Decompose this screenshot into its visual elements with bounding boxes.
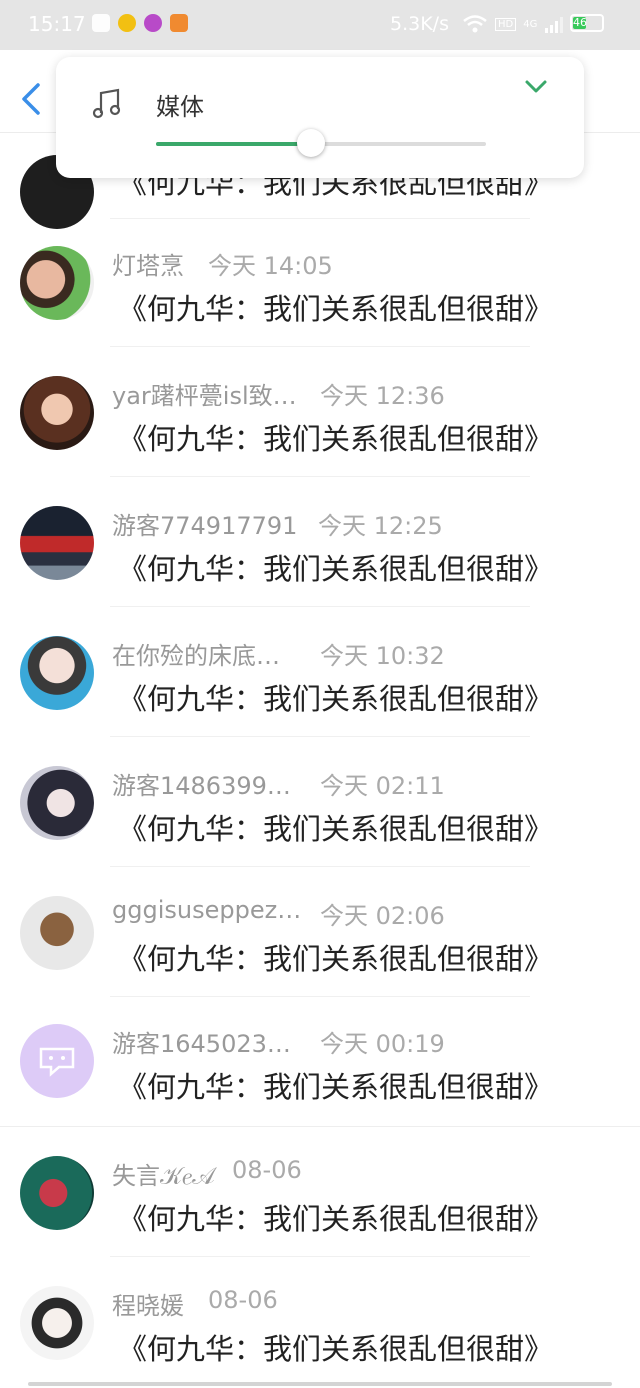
status-time: 15:17 bbox=[28, 12, 86, 36]
list-item[interactable]: 游客1645023… 今天 00:19 《何九华：我们关系很乱但很甜》 bbox=[0, 996, 640, 1127]
expand-button[interactable] bbox=[524, 79, 548, 99]
list-item[interactable]: 在你殓的床底… 今天 10:32 《何九华：我们关系很乱但很甜》 bbox=[0, 608, 640, 738]
music-app-icon bbox=[144, 14, 162, 32]
media-volume-popup: 媒体 bbox=[56, 57, 584, 178]
user-name[interactable]: 灯塔烹 bbox=[112, 246, 184, 281]
timestamp: 08-06 bbox=[208, 1286, 278, 1314]
scroll-indicator bbox=[28, 1382, 612, 1386]
avatar[interactable] bbox=[20, 1156, 94, 1230]
network-speed: 5.3K/s bbox=[390, 13, 449, 35]
hd-icon: HD bbox=[495, 17, 517, 31]
notification-icons bbox=[92, 14, 188, 32]
list-item[interactable]: 游客774917791 今天 12:25 《何九华：我们关系很乱但很甜》 bbox=[0, 478, 640, 608]
wifi-icon bbox=[463, 15, 487, 33]
chevron-down-icon[interactable] bbox=[524, 79, 548, 95]
timestamp: 今天 10:32 bbox=[320, 642, 445, 670]
list-item[interactable]: 游客1486399… 今天 02:11 《何九华：我们关系很乱但很甜》 bbox=[0, 738, 640, 868]
item-content: 《何九华：我们关系很乱但很甜》 bbox=[118, 1332, 554, 1366]
item-content: 《何九华：我们关系很乱但很甜》 bbox=[118, 422, 554, 456]
status-right-icons: HD 4G bbox=[462, 14, 566, 34]
list-item[interactable]: gggisuseppez… 今天 02:06 《何九华：我们关系很乱但很甜》 bbox=[0, 868, 640, 998]
avatar[interactable] bbox=[20, 896, 94, 970]
avatar[interactable] bbox=[20, 636, 94, 710]
user-name[interactable]: 在你殓的床底… bbox=[112, 636, 280, 671]
timestamp: 今天 00:19 bbox=[320, 1030, 445, 1058]
user-name[interactable]: 失言𝒦𝑒𝒜 bbox=[112, 1156, 215, 1191]
battery-level: 46 bbox=[573, 16, 587, 29]
battery-icon: 46 bbox=[570, 14, 604, 32]
avatar[interactable] bbox=[20, 1024, 94, 1098]
avatar[interactable] bbox=[20, 376, 94, 450]
media-label: 媒体 bbox=[156, 93, 204, 121]
item-content: 《何九华：我们关系很乱但很甜》 bbox=[118, 942, 554, 976]
list-item[interactable]: 失言𝒦𝑒𝒜 08-06 《何九华：我们关系很乱但很甜》 bbox=[0, 1128, 640, 1258]
divider bbox=[110, 476, 530, 477]
user-name[interactable]: 游客1645023… bbox=[112, 1024, 291, 1059]
network-type-icon: 4G bbox=[523, 18, 538, 30]
chat-bubble-icon bbox=[39, 1047, 75, 1077]
divider bbox=[110, 1256, 530, 1257]
timestamp: 08-06 bbox=[232, 1156, 302, 1184]
divider bbox=[110, 736, 530, 737]
gallery-icon bbox=[92, 14, 110, 32]
item-content: 《何九华：我们关系很乱但很甜》 bbox=[118, 812, 554, 846]
app-notification-icon bbox=[170, 14, 188, 32]
signal-icon bbox=[545, 17, 564, 33]
timestamp: 今天 02:06 bbox=[320, 902, 445, 930]
avatar[interactable] bbox=[20, 1286, 94, 1360]
music-note-icon bbox=[92, 87, 122, 123]
status-bar: 15:17 5.3K/s HD 4G 46 bbox=[0, 0, 640, 50]
volume-slider[interactable] bbox=[156, 129, 486, 157]
list-item[interactable]: yar躇枰甍isl致… 今天 12:36 《何九华：我们关系很乱但很甜》 bbox=[0, 348, 640, 478]
user-name[interactable]: yar躇枰甍isl致… bbox=[112, 376, 297, 411]
user-name[interactable]: gggisuseppez… bbox=[112, 896, 301, 924]
divider bbox=[110, 606, 530, 607]
timestamp: 今天 14:05 bbox=[208, 252, 333, 280]
star-icon bbox=[118, 14, 136, 32]
divider bbox=[110, 346, 530, 347]
list-item[interactable]: 程晓媛 08-06 《何九华：我们关系很乱但很甜》 bbox=[0, 1258, 640, 1388]
avatar[interactable] bbox=[20, 246, 94, 320]
volume-slider-thumb[interactable] bbox=[297, 129, 325, 157]
item-content: 《何九华：我们关系很乱但很甜》 bbox=[118, 292, 554, 326]
list-item[interactable]: 灯塔烹 今天 14:05 《何九华：我们关系很乱但很甜》 bbox=[0, 218, 640, 348]
item-content: 《何九华：我们关系很乱但很甜》 bbox=[118, 1070, 554, 1104]
user-name[interactable]: 游客1486399… bbox=[112, 766, 291, 801]
timestamp: 今天 02:11 bbox=[320, 772, 445, 800]
user-name[interactable]: 游客774917791 bbox=[112, 506, 297, 541]
divider bbox=[110, 866, 530, 867]
item-content: 《何九华：我们关系很乱但很甜》 bbox=[118, 1202, 554, 1236]
timestamp: 今天 12:36 bbox=[320, 382, 445, 410]
item-content: 《何九华：我们关系很乱但很甜》 bbox=[118, 552, 554, 586]
item-content: 《何九华：我们关系很乱但很甜》 bbox=[118, 682, 554, 716]
divider bbox=[0, 1126, 640, 1127]
volume-slider-fill bbox=[156, 142, 311, 146]
timestamp: 今天 12:25 bbox=[318, 512, 443, 540]
avatar[interactable] bbox=[20, 506, 94, 580]
user-name[interactable]: 程晓媛 bbox=[112, 1286, 184, 1321]
avatar[interactable] bbox=[20, 766, 94, 840]
